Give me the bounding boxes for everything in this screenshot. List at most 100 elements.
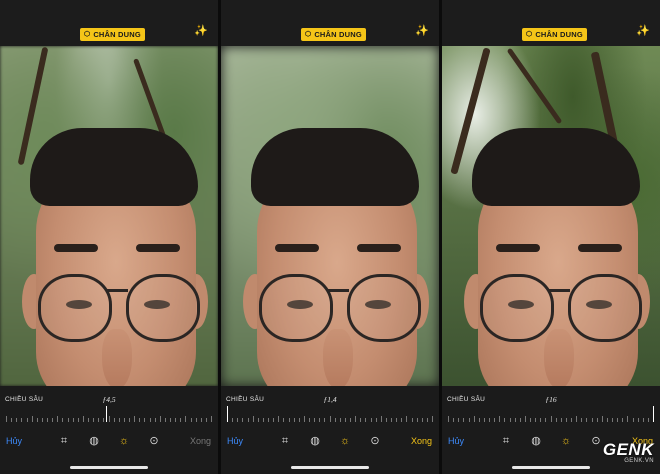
done-button[interactable]: Xong xyxy=(190,436,211,446)
slider-tick xyxy=(560,418,562,422)
filters-icon[interactable]: ◍ xyxy=(87,434,101,448)
slider-tick xyxy=(380,416,382,422)
done-button[interactable]: Xong xyxy=(411,436,432,446)
magic-wand-icon[interactable]: ✨ xyxy=(636,26,650,37)
slider-tick xyxy=(273,418,275,422)
slider-tick xyxy=(118,418,120,422)
top-bar: ⬡ CHÂN DUNG ✨ xyxy=(442,0,660,46)
slider-tick xyxy=(401,418,403,422)
slider-tick xyxy=(57,416,59,422)
slider-tick xyxy=(82,416,84,422)
slider-tick xyxy=(458,418,460,422)
adjust-icon[interactable]: ☼ xyxy=(338,434,352,448)
glasses-bridge xyxy=(548,289,570,292)
slider-tick xyxy=(622,418,624,422)
portrait-mode-label: CHÂN DUNG xyxy=(314,30,362,39)
slider-tick xyxy=(329,416,331,422)
watermark: GENK GENK.VN xyxy=(603,440,654,464)
slider-tick xyxy=(247,418,249,422)
slider-indicator[interactable] xyxy=(653,406,654,422)
magic-wand-icon[interactable]: ✨ xyxy=(194,26,208,37)
slider-tick xyxy=(468,418,470,422)
home-indicator xyxy=(291,466,369,469)
slider-tick xyxy=(129,418,130,422)
slider-tick xyxy=(41,418,43,422)
slider-tick xyxy=(113,418,115,422)
edit-toolbar: Hủy ⌗ ◍ ☼ ⊙ Xong xyxy=(221,434,439,450)
top-bar: ⬡ CHÂN DUNG ✨ xyxy=(221,0,439,46)
slider-tick xyxy=(67,418,69,422)
filters-icon[interactable]: ◍ xyxy=(308,434,322,448)
slider-tick xyxy=(159,416,161,422)
nose xyxy=(323,329,353,386)
crop-icon[interactable]: ⌗ xyxy=(499,434,513,448)
portrait-mode-badge[interactable]: ⬡ CHÂN DUNG xyxy=(80,28,145,41)
slider-tick xyxy=(283,418,285,422)
slider-tick xyxy=(123,418,125,422)
edit-tray: CHIỀU SÂU ƒ1,4 Hủy ⌗ ◍ ☼ ⊙ Xong xyxy=(221,386,439,474)
crop-icon[interactable]: ⌗ xyxy=(57,434,71,448)
slider-tick xyxy=(411,418,413,422)
slider-tick xyxy=(406,416,408,422)
slider-tick xyxy=(31,416,33,422)
cancel-button[interactable]: Hủy xyxy=(6,436,22,446)
slider-indicator[interactable] xyxy=(106,406,108,422)
adjust-icon[interactable]: ☼ xyxy=(559,434,573,448)
slider-tick xyxy=(26,418,28,422)
slider-tick xyxy=(509,418,511,422)
slider-tick xyxy=(205,418,207,422)
hair xyxy=(472,128,640,206)
slider-indicator[interactable] xyxy=(227,406,228,422)
glasses-lens xyxy=(259,274,333,342)
eyebrow xyxy=(136,244,180,252)
depth-slider[interactable] xyxy=(227,406,433,422)
slider-tick xyxy=(134,416,136,422)
cancel-button[interactable]: Hủy xyxy=(227,436,243,446)
portrait-mode-badge[interactable]: ⬡ CHÂN DUNG xyxy=(522,28,587,41)
home-indicator xyxy=(512,466,590,469)
cube-icon: ⬡ xyxy=(526,31,533,38)
photo-editor-comparison: ⬢ ⬡ CHÂN DUNG ✨ CHIỀU SÂU ƒ4,5 Hủy ⌗ ◍ ☼ xyxy=(0,0,660,474)
slider-tick xyxy=(499,416,501,422)
slider-tick xyxy=(416,418,418,422)
adjust-icon[interactable]: ☼ xyxy=(117,434,131,448)
slider-tick xyxy=(586,418,588,422)
portrait-photo: ⬢ xyxy=(221,46,439,386)
slider-tick xyxy=(540,418,542,422)
crop-icon[interactable]: ⌗ xyxy=(278,434,292,448)
aperture-value: ƒ1,4 xyxy=(323,395,337,404)
slider-tick xyxy=(21,418,23,422)
filters-icon[interactable]: ◍ xyxy=(529,434,543,448)
portrait-photo: ⬢ xyxy=(0,46,218,386)
more-icon[interactable]: ⊙ xyxy=(147,434,161,448)
more-icon[interactable]: ⊙ xyxy=(368,434,382,448)
slider-tick xyxy=(642,418,644,422)
slider-tick xyxy=(535,418,537,422)
magic-wand-icon[interactable]: ✨ xyxy=(415,26,429,37)
slider-tick xyxy=(93,418,95,422)
slider-tick xyxy=(391,418,392,422)
slider-tick xyxy=(606,418,608,422)
cube-icon: ⬡ xyxy=(84,31,91,38)
slider-tick xyxy=(591,418,593,422)
more-icon[interactable]: ⊙ xyxy=(589,434,603,448)
slider-tick xyxy=(396,418,398,422)
eyebrow xyxy=(578,244,622,252)
eyebrow xyxy=(275,244,319,252)
slider-tick xyxy=(612,418,613,422)
slider-tick xyxy=(164,418,166,422)
slider-tick xyxy=(453,418,455,422)
glasses-lens xyxy=(347,274,421,342)
slider-tick xyxy=(108,416,110,422)
slider-tick xyxy=(288,418,290,422)
depth-slider[interactable] xyxy=(6,406,212,422)
cancel-button[interactable]: Hủy xyxy=(448,436,464,446)
slider-tick xyxy=(180,418,182,422)
portrait-mode-badge[interactable]: ⬡ CHÂN DUNG xyxy=(301,28,366,41)
slider-tick xyxy=(504,418,506,422)
depth-slider[interactable] xyxy=(448,406,654,422)
editor-panel-2: ⬢ ⬡ CHÂN DUNG ✨ CHIỀU SÂU ƒ1,4 Hủy ⌗ ◍ ☼ xyxy=(221,0,439,474)
slider-tick xyxy=(334,418,336,422)
glasses-lens xyxy=(480,274,554,342)
slider-tick xyxy=(257,418,259,422)
